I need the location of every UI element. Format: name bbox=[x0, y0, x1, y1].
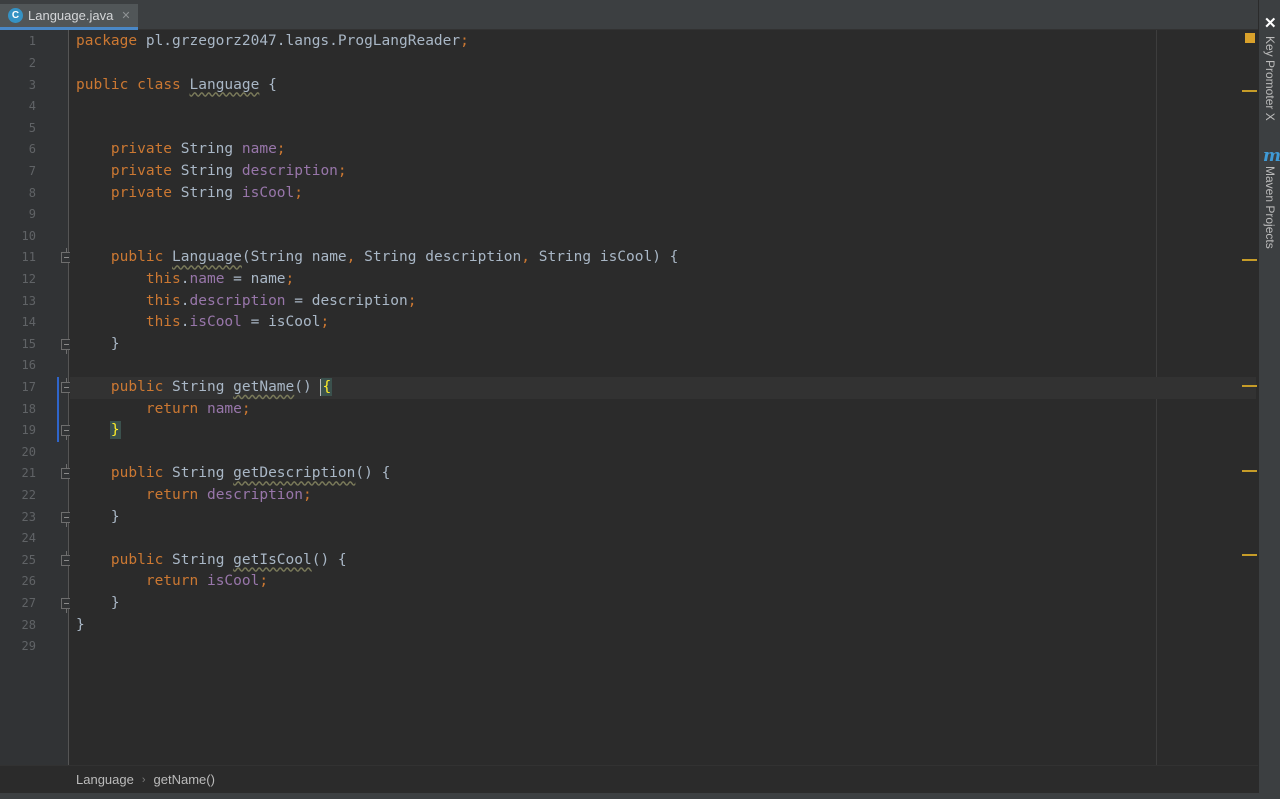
code-line[interactable]: public String getDescription() { bbox=[70, 463, 1256, 485]
line-number: 14 bbox=[21, 315, 36, 330]
line-number: 12 bbox=[21, 272, 36, 286]
maven-icon: m bbox=[1263, 146, 1280, 166]
line-number: 9 bbox=[28, 207, 36, 222]
changed-lines-marker[interactable] bbox=[57, 377, 59, 442]
code-line[interactable] bbox=[70, 118, 1256, 140]
line-number: 8 bbox=[28, 185, 36, 200]
breadcrumb: Language › getName() bbox=[0, 765, 1258, 793]
line-number: 15 bbox=[21, 336, 36, 351]
code-line[interactable]: this.description = description; bbox=[70, 291, 1256, 313]
line-number: 26 bbox=[21, 574, 36, 589]
close-tab-icon[interactable]: ✕ bbox=[121, 9, 130, 22]
code-line[interactable] bbox=[70, 528, 1256, 550]
code-line[interactable] bbox=[70, 442, 1256, 464]
line-number: 10 bbox=[21, 228, 36, 243]
code-line[interactable]: this.isCool = isCool; bbox=[70, 312, 1256, 334]
code-editor[interactable]: package pl.grzegorz2047.langs.ProgLangRe… bbox=[70, 30, 1258, 765]
code-line[interactable]: public String getName() { bbox=[70, 377, 1256, 399]
editor-tab-bar: C Language.java ✕ bbox=[0, 0, 1258, 30]
code-line[interactable]: return name; bbox=[70, 399, 1256, 421]
warning-marker[interactable] bbox=[1242, 554, 1257, 556]
java-class-icon: C bbox=[8, 8, 23, 23]
code-line[interactable]: public String getIsCool() { bbox=[70, 550, 1256, 572]
code-line[interactable]: } bbox=[70, 420, 1256, 442]
code-line[interactable] bbox=[70, 636, 1256, 658]
code-line[interactable]: public Language(String name, String desc… bbox=[70, 247, 1256, 269]
breadcrumb-separator: › bbox=[141, 773, 146, 786]
line-number: 24 bbox=[21, 531, 36, 546]
close-icon[interactable]: ✕ bbox=[1264, 14, 1277, 32]
warning-marker[interactable] bbox=[1242, 385, 1257, 387]
tab-label: Language.java bbox=[28, 8, 114, 23]
warning-marker[interactable] bbox=[1242, 259, 1257, 261]
line-number: 28 bbox=[21, 617, 36, 632]
line-number: 16 bbox=[21, 358, 36, 373]
line-number: 27 bbox=[21, 596, 36, 610]
code-line[interactable]: private String description; bbox=[70, 161, 1256, 183]
warning-marker[interactable] bbox=[1242, 90, 1257, 92]
line-number: 3 bbox=[28, 77, 36, 92]
line-number: 2 bbox=[28, 56, 36, 70]
breadcrumb-item-method[interactable]: getName() bbox=[154, 772, 215, 787]
code-line[interactable]: return description; bbox=[70, 485, 1256, 507]
code-line[interactable]: } bbox=[70, 593, 1256, 615]
code-line[interactable]: return isCool; bbox=[70, 571, 1256, 593]
code-line[interactable]: private String name; bbox=[70, 139, 1256, 161]
code-line[interactable] bbox=[70, 96, 1256, 118]
line-number: 13 bbox=[21, 293, 36, 308]
code-line[interactable]: this.name = name; bbox=[70, 269, 1256, 291]
line-number: 17 bbox=[21, 380, 36, 394]
line-number: 29 bbox=[21, 639, 36, 654]
status-bar-edge bbox=[0, 793, 1280, 799]
line-number: 19 bbox=[21, 423, 36, 438]
code-line[interactable] bbox=[70, 355, 1256, 377]
line-number: 7 bbox=[28, 164, 36, 178]
inspection-status-icon[interactable] bbox=[1245, 33, 1255, 43]
maven-projects-tab[interactable]: Maven Projects bbox=[1263, 166, 1277, 249]
line-number: 20 bbox=[21, 444, 36, 459]
line-number: 25 bbox=[21, 552, 36, 567]
tab-language-java[interactable]: C Language.java ✕ bbox=[0, 4, 138, 30]
code-line[interactable]: } bbox=[70, 615, 1256, 637]
code-line[interactable] bbox=[70, 204, 1256, 226]
code-line[interactable] bbox=[70, 53, 1256, 75]
line-number: 23 bbox=[21, 509, 36, 524]
line-number: 4 bbox=[28, 99, 36, 114]
code-line[interactable]: private String isCool; bbox=[70, 183, 1256, 205]
right-tool-window-strip: ✕ Key Promoter X m Maven Projects bbox=[1258, 0, 1280, 799]
warning-marker[interactable] bbox=[1242, 470, 1257, 472]
code-line[interactable]: } bbox=[70, 507, 1256, 529]
line-number: 6 bbox=[28, 142, 36, 157]
line-number: 5 bbox=[28, 120, 36, 135]
line-number: 11 bbox=[21, 250, 36, 265]
code-line[interactable]: } bbox=[70, 334, 1256, 356]
code-line[interactable] bbox=[70, 226, 1256, 248]
line-number: 18 bbox=[21, 401, 36, 416]
line-number: 21 bbox=[21, 466, 36, 481]
code-line[interactable]: package pl.grzegorz2047.langs.ProgLangRe… bbox=[70, 31, 1256, 53]
key-promoter-x-tab[interactable]: Key Promoter X bbox=[1263, 36, 1277, 121]
code-line[interactable]: public class Language { bbox=[70, 75, 1256, 97]
breadcrumb-item-class[interactable]: Language bbox=[76, 772, 134, 787]
line-number: 22 bbox=[21, 488, 36, 502]
line-number-gutter[interactable]: 1 2 3 4 5 6 7 8 9 10 11 12 13 14 15 16 17 18 19 20 21 22 23 24 2… bbox=[0, 30, 72, 765]
error-stripe[interactable] bbox=[1240, 30, 1258, 765]
line-number: 1 bbox=[28, 34, 36, 49]
